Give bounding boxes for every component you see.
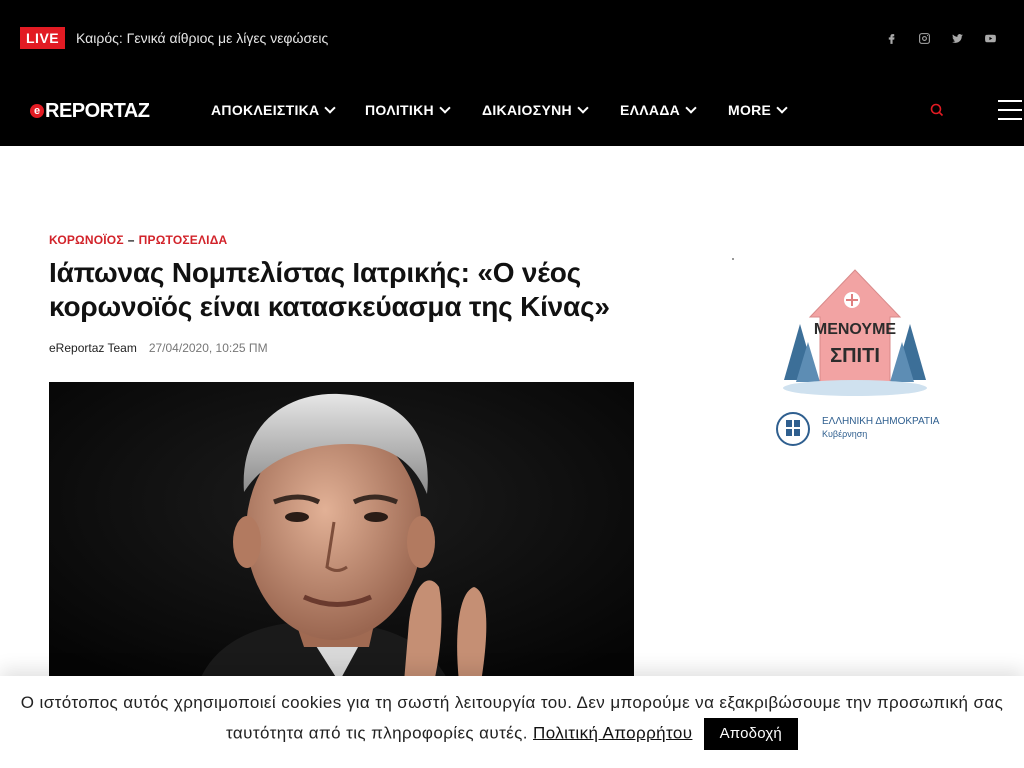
menu-icon[interactable]: [998, 100, 1022, 120]
accept-cookies-button[interactable]: Αποδοχή: [703, 718, 798, 750]
nav-item-dikaiosyni[interactable]: ΔΙΚΑΙΟΣΥΝΗ: [482, 100, 589, 120]
chevron-down-icon: [577, 102, 589, 114]
chevron-down-icon: [685, 102, 697, 114]
category-link-koronoios[interactable]: ΚΟΡΩΝΟΪΟΣ: [49, 233, 124, 247]
ad-headline-line1: ΜΕΝΟΥΜΕ: [814, 321, 897, 338]
live-badge[interactable]: LIVE: [20, 27, 66, 49]
divider-dot: [732, 258, 734, 260]
author-link[interactable]: eReportaz Team: [49, 341, 137, 355]
chevron-down-icon: [776, 102, 788, 114]
publish-date: 27/04/2020, 10:25 ΠΜ: [148, 341, 268, 355]
sidebar-ad-menoume-spiti[interactable]: ΜΕΝΟΥΜΕ ΣΠΙΤΙ ΕΛΛΗΝΙΚΗ ΔΗΜΟΚΡΑΤΙΑ Κυβέρν…: [770, 262, 940, 452]
category-link-protoselida[interactable]: ΠΡΩΤΟΣΕΛΙΔΑ: [139, 233, 228, 247]
nav-item-politiki[interactable]: ΠΟΛΙΤΙΚΗ: [365, 100, 451, 120]
ad-gov-line1: ΕΛΛΗΝΙΚΗ ΔΗΜΟΚΡΑΤΙΑ: [822, 416, 940, 427]
facebook-icon[interactable]: [881, 28, 901, 48]
site-logo[interactable]: e REPORTAZ: [30, 98, 150, 124]
chevron-down-icon: [324, 102, 337, 114]
portrait-illustration: [49, 382, 634, 682]
nav-item-label: ΔΙΚΑΙΟΣΥΝΗ: [482, 102, 572, 118]
twitter-icon[interactable]: [947, 28, 967, 48]
nav-item-label: ΑΠΟΚΛΕΙΣΤΙΚΑ: [211, 102, 320, 118]
ad-headline-line2: ΣΠΙΤΙ: [830, 345, 880, 367]
nav-item-more[interactable]: MORE: [728, 100, 788, 120]
article-meta: eReportaz Team 27/04/2020, 10:25 ΠΜ: [49, 341, 268, 355]
chevron-down-icon: [439, 102, 451, 114]
youtube-icon[interactable]: [980, 28, 1000, 48]
nav-item-label: ΠΟΛΙΤΙΚΗ: [365, 102, 434, 118]
cookie-consent-bar: Ο ιστότοπος αυτός χρησιμοποιεί cookies γ…: [0, 676, 1024, 768]
logo-mark: e: [30, 104, 44, 118]
category-separator: –: [127, 233, 135, 247]
nav-item-label: MORE: [728, 102, 772, 118]
cookie-message: Ο ιστότοπος αυτός χρησιμοποιεί cookies γ…: [12, 688, 1012, 750]
article-title: Ιάπωνας Νομπελίστας Ιατρικής: «Ο νέος κο…: [49, 257, 610, 322]
nav-item-label: ΕΛΛΑΔΑ: [620, 102, 681, 118]
privacy-policy-link[interactable]: Πολιτική Απορρήτου: [533, 723, 692, 742]
instagram-icon[interactable]: [914, 28, 934, 48]
logo-text: REPORTAZ: [45, 99, 150, 122]
weather-ticker[interactable]: Καιρός: Γενικά αίθριος με λίγες νεφώσεις: [76, 27, 328, 49]
ad-gov-line2: Κυβέρνηση: [822, 429, 867, 439]
category-links: ΚΟΡΩΝΟΪΟΣ – ΠΡΩΤΟΣΕΛΙΔΑ: [49, 233, 227, 247]
top-bar: LIVE Καιρός: Γενικά αίθριος με λίγες νεφ…: [0, 0, 1024, 76]
article-hero-image: [49, 382, 634, 682]
search-icon[interactable]: [928, 101, 946, 119]
nav-item-ellada[interactable]: ΕΛΛΑΔΑ: [620, 100, 697, 120]
cookie-text: Ο ιστότοπος αυτός χρησιμοποιεί cookies γ…: [20, 693, 1004, 743]
nav-item-apokleistika[interactable]: ΑΠΟΚΛΕΙΣΤΙΚΑ: [211, 100, 337, 120]
